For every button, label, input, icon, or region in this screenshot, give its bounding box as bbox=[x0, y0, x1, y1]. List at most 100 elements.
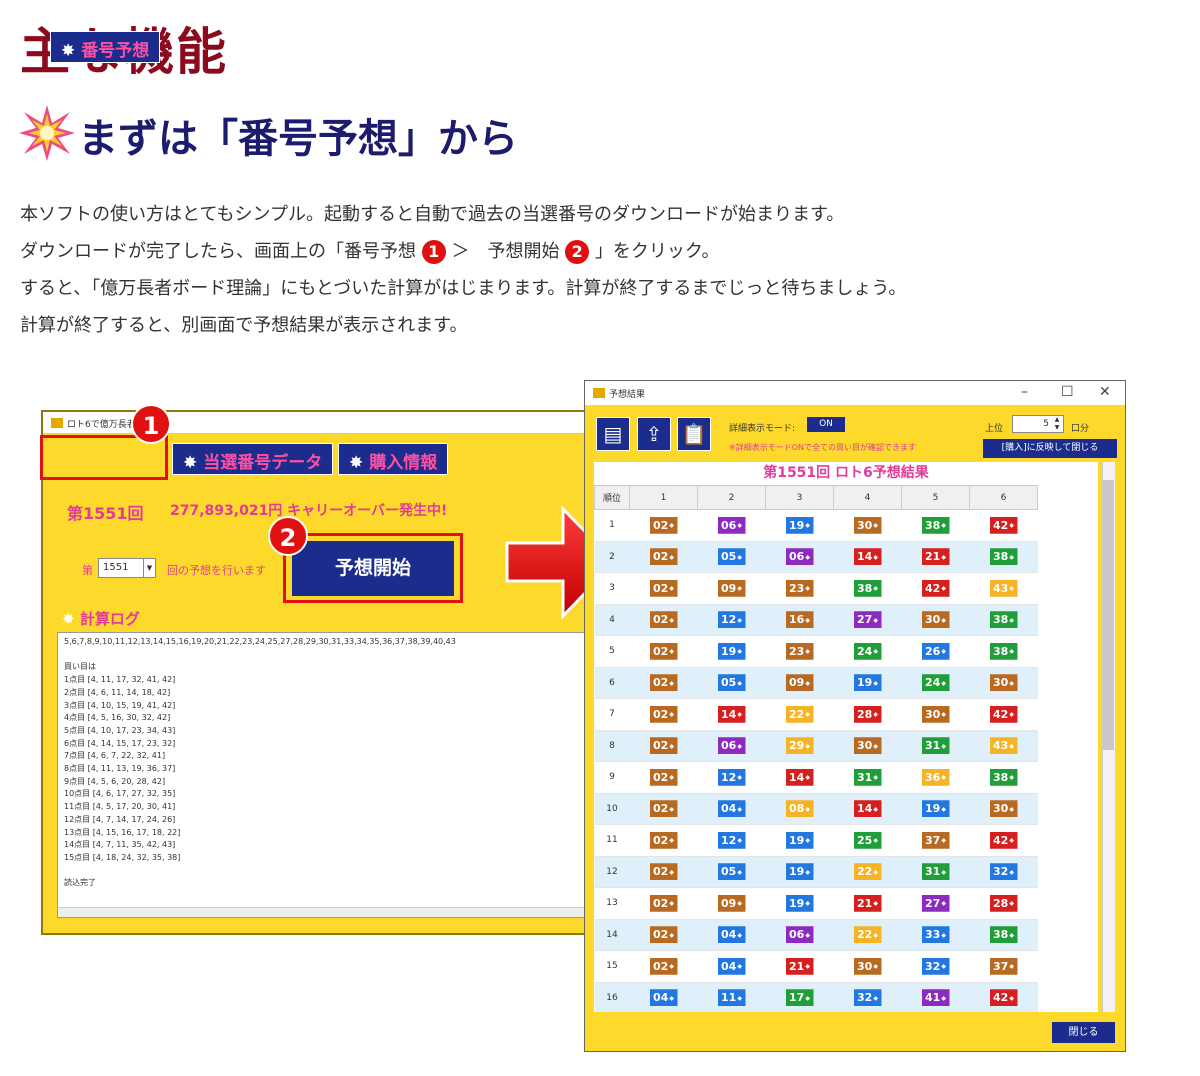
number-flag: 22 bbox=[853, 926, 882, 944]
rank-cell: 6 bbox=[594, 667, 630, 699]
number-cell: 19 bbox=[901, 793, 970, 825]
number-flag: 02 bbox=[649, 737, 678, 755]
number-flag: 02 bbox=[649, 674, 678, 692]
number-cell: 21 bbox=[833, 887, 902, 920]
stepper-arrows-icon[interactable]: ▲ ▼ bbox=[1052, 416, 1062, 432]
number-flag: 37 bbox=[921, 831, 950, 849]
number-flag: 02 bbox=[649, 516, 678, 534]
number-cell: 19 bbox=[765, 509, 834, 542]
table-row[interactable]: 3 02 09 23 38 42 43 bbox=[594, 572, 1038, 605]
close-icon[interactable]: ✕ bbox=[1099, 384, 1111, 400]
table-row[interactable]: 8 02 06 29 30 31 43 bbox=[594, 730, 1038, 762]
number-flag: 30 bbox=[853, 957, 882, 975]
column-header-1: 1 bbox=[629, 485, 698, 510]
scrollbar-thumb[interactable] bbox=[1103, 480, 1114, 750]
number-cell: 19 bbox=[765, 856, 834, 888]
maximize-icon[interactable]: ☐ bbox=[1061, 384, 1074, 400]
number-flag: 27 bbox=[853, 611, 882, 629]
number-flag: 04 bbox=[649, 989, 678, 1007]
number-cell: 23 bbox=[765, 635, 834, 668]
rank-cell: 3 bbox=[594, 572, 630, 605]
number-cell: 02 bbox=[629, 730, 698, 762]
tab-winning-data-label: 当選番号データ bbox=[203, 453, 323, 473]
number-flag: 43 bbox=[989, 579, 1018, 597]
number-cell: 21 bbox=[901, 541, 970, 573]
number-flag: 42 bbox=[989, 705, 1018, 723]
close-button[interactable]: 閉じる bbox=[1052, 1022, 1115, 1043]
number-cell: 02 bbox=[629, 541, 698, 573]
minimize-icon[interactable]: – bbox=[1021, 384, 1028, 400]
number-cell: 38 bbox=[969, 604, 1038, 636]
number-flag: 23 bbox=[785, 579, 814, 597]
number-flag: 05 bbox=[717, 674, 746, 692]
number-cell: 24 bbox=[901, 667, 970, 699]
number-flag: 02 bbox=[649, 548, 678, 566]
number-flag: 02 bbox=[649, 894, 678, 912]
tab-winning-data[interactable]: ✸ 当選番号データ bbox=[172, 443, 334, 475]
table-row[interactable]: 4 02 12 16 27 30 38 bbox=[594, 604, 1038, 636]
number-cell: 02 bbox=[629, 698, 698, 731]
tab-number-prediction[interactable]: ✸ 番号予想 bbox=[50, 31, 161, 63]
intro-line-4: 計算が終了すると、別画面で予想結果が表示されます。 bbox=[20, 315, 468, 336]
number-flag: 14 bbox=[853, 800, 882, 818]
print-icon[interactable]: ▤ bbox=[596, 417, 630, 451]
number-cell: 14 bbox=[765, 761, 834, 794]
number-flag: 02 bbox=[649, 705, 678, 723]
table-row[interactable]: 7 02 14 22 28 30 42 bbox=[594, 698, 1038, 731]
number-cell: 22 bbox=[833, 856, 902, 888]
start-prediction-button[interactable]: 予想開始 bbox=[292, 541, 454, 596]
table-row[interactable]: 5 02 19 23 24 26 38 bbox=[594, 635, 1038, 668]
number-flag: 26 bbox=[921, 642, 950, 660]
number-flag: 30 bbox=[921, 611, 950, 629]
table-row[interactable]: 16 04 11 17 32 41 42 bbox=[594, 982, 1038, 1012]
table-row[interactable]: 14 02 04 06 22 33 38 bbox=[594, 919, 1038, 951]
number-cell: 02 bbox=[629, 950, 698, 983]
callout-2: 2 bbox=[268, 516, 308, 556]
log-textarea[interactable]: 5,6,7,8,9,10,11,12,13,14,15,16,19,20,21,… bbox=[57, 632, 597, 918]
table-row[interactable]: 15 02 04 21 30 32 37 bbox=[594, 950, 1038, 983]
table-row[interactable]: 11 02 12 19 25 37 42 bbox=[594, 824, 1038, 857]
column-header-6: 6 bbox=[969, 485, 1038, 510]
number-flag: 02 bbox=[649, 800, 678, 818]
clipboard-icon[interactable]: 📋 bbox=[677, 417, 711, 451]
round-select-value: 1551 bbox=[103, 562, 129, 573]
reflect-to-purchase-button[interactable]: [購入]に反映して閉じる bbox=[983, 439, 1117, 458]
number-flag: 19 bbox=[717, 642, 746, 660]
round-select[interactable]: 1551 ▼ bbox=[98, 558, 156, 578]
number-flag: 31 bbox=[921, 863, 950, 881]
main-window-title: ロト6で億万長者 bbox=[67, 420, 136, 430]
log-horizontal-scrollbar[interactable] bbox=[58, 907, 596, 917]
table-row[interactable]: 10 02 04 08 14 19 30 bbox=[594, 793, 1038, 825]
number-cell: 37 bbox=[901, 824, 970, 857]
number-cell: 24 bbox=[833, 635, 902, 668]
number-flag: 12 bbox=[717, 768, 746, 786]
export-icon[interactable]: ⇪ bbox=[637, 417, 671, 451]
table-row[interactable]: 6 02 05 09 19 24 30 bbox=[594, 667, 1038, 699]
number-flag: 14 bbox=[785, 768, 814, 786]
table-row[interactable]: 13 02 09 19 21 27 28 bbox=[594, 887, 1038, 920]
number-flag: 09 bbox=[717, 579, 746, 597]
rank-cell: 1 bbox=[594, 509, 630, 542]
table-row[interactable]: 12 02 05 19 22 31 32 bbox=[594, 856, 1038, 888]
table-row[interactable]: 1 02 06 19 30 38 42 bbox=[594, 509, 1038, 542]
column-header-4: 4 bbox=[833, 485, 902, 510]
detail-mode-toggle[interactable]: ON bbox=[807, 417, 845, 432]
table-row[interactable]: 9 02 12 14 31 36 38 bbox=[594, 761, 1038, 794]
number-cell: 27 bbox=[833, 604, 902, 636]
rank-cell: 2 bbox=[594, 541, 630, 573]
number-cell: 30 bbox=[901, 604, 970, 636]
number-cell: 42 bbox=[969, 509, 1038, 542]
number-cell: 32 bbox=[901, 950, 970, 983]
number-flag: 19 bbox=[921, 800, 950, 818]
column-header-5: 5 bbox=[901, 485, 970, 510]
log-content: 5,6,7,8,9,10,11,12,13,14,15,16,19,20,21,… bbox=[64, 637, 456, 888]
table-row[interactable]: 2 02 05 06 14 21 38 bbox=[594, 541, 1038, 573]
number-flag: 02 bbox=[649, 642, 678, 660]
star-icon: ✸ bbox=[61, 41, 76, 61]
number-flag: 21 bbox=[853, 894, 882, 912]
intro-line-2-b: ＞ 予想開始 bbox=[451, 241, 560, 262]
number-flag: 05 bbox=[717, 863, 746, 881]
intro-line-2-a: ダウンロードが完了したら、画面上の「番号予想 bbox=[20, 241, 416, 262]
tab-purchase-info[interactable]: ✸ 購入情報 bbox=[338, 443, 449, 475]
number-cell: 31 bbox=[833, 761, 902, 794]
